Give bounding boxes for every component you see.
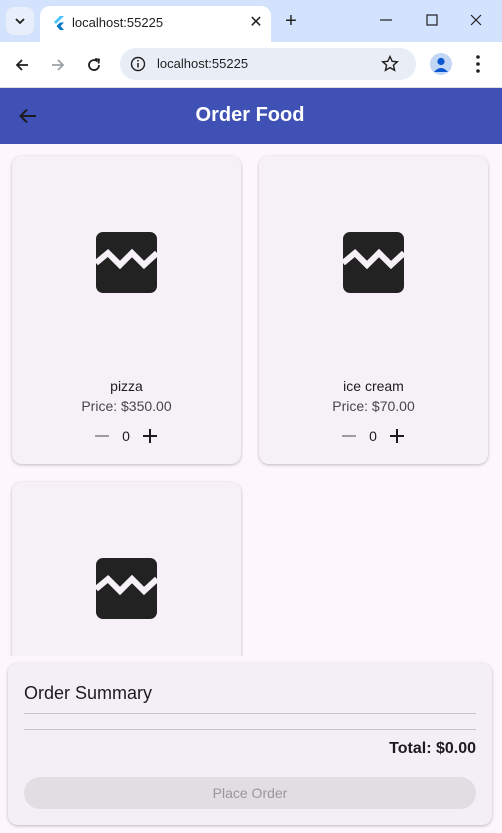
- food-card: ice cream Price: $70.00 0: [259, 156, 488, 464]
- tab-search-button[interactable]: [6, 7, 34, 35]
- broken-image-icon: [343, 232, 404, 293]
- arrow-left-icon: [15, 59, 28, 71]
- divider: [24, 729, 476, 730]
- page-title: Order Food: [195, 104, 305, 126]
- browser-tab[interactable]: localhost:55225 ✕: [40, 6, 271, 42]
- tab-title: localhost:55225: [72, 15, 164, 30]
- food-name: ice cream: [343, 378, 404, 394]
- app-bar: Order Food: [0, 88, 502, 144]
- broken-image-icon: [96, 232, 157, 293]
- maximize-icon: [426, 14, 438, 26]
- quantity-value: 0: [369, 428, 377, 444]
- minus-icon[interactable]: [339, 426, 359, 446]
- tab-close-button[interactable]: ✕: [246, 13, 266, 33]
- browser-menu-button[interactable]: [470, 53, 486, 75]
- flutter-icon: [54, 16, 64, 30]
- food-grid: pizza Price: $350.00 0 ice cream Price: …: [0, 144, 502, 656]
- divider: [24, 713, 476, 714]
- profile-avatar[interactable]: [430, 53, 452, 75]
- site-info-icon[interactable]: [128, 54, 148, 74]
- maximize-button[interactable]: [420, 8, 444, 32]
- reload-icon: [88, 58, 101, 71]
- minimize-icon: [380, 19, 392, 21]
- minus-icon[interactable]: [92, 426, 112, 446]
- broken-image-icon: [96, 558, 157, 619]
- forward-button[interactable]: [44, 51, 72, 79]
- quantity-stepper: 0: [12, 423, 241, 449]
- food-card: pizza Price: $350.00 0: [12, 156, 241, 464]
- arrow-right-icon: [52, 59, 65, 71]
- bookmark-star-icon[interactable]: [380, 54, 400, 74]
- order-total: Total: $0.00: [389, 740, 476, 757]
- person-icon: [434, 57, 448, 72]
- food-price: Price: $350.00: [81, 398, 172, 414]
- food-name: pizza: [110, 378, 143, 394]
- close-icon: [470, 14, 482, 26]
- plus-icon[interactable]: [387, 426, 407, 446]
- order-summary-card: Order Summary Total: $0.00 Place Order: [8, 663, 492, 825]
- tab-strip: localhost:55225 ✕ +: [0, 0, 502, 42]
- place-order-button[interactable]: Place Order: [24, 777, 476, 809]
- new-tab-button[interactable]: +: [280, 10, 302, 32]
- summary-title: Order Summary: [24, 683, 153, 703]
- minimize-button[interactable]: [374, 8, 398, 32]
- food-price: Price: $70.00: [332, 398, 415, 414]
- address-bar[interactable]: localhost:55225: [120, 48, 416, 80]
- browser-window: localhost:55225 ✕ + localhost:55225 Orde…: [0, 0, 502, 833]
- reload-button[interactable]: [80, 51, 108, 79]
- url-text[interactable]: localhost:55225: [157, 56, 248, 71]
- window-close-button[interactable]: [464, 8, 488, 32]
- browser-toolbar: localhost:55225: [0, 42, 502, 88]
- quantity-value: 0: [122, 428, 130, 444]
- back-button[interactable]: [8, 51, 36, 79]
- food-card: [12, 482, 241, 656]
- plus-icon[interactable]: [140, 426, 160, 446]
- chevron-down-icon: [15, 18, 25, 25]
- more-vert-icon: [476, 55, 480, 73]
- quantity-stepper: 0: [259, 423, 488, 449]
